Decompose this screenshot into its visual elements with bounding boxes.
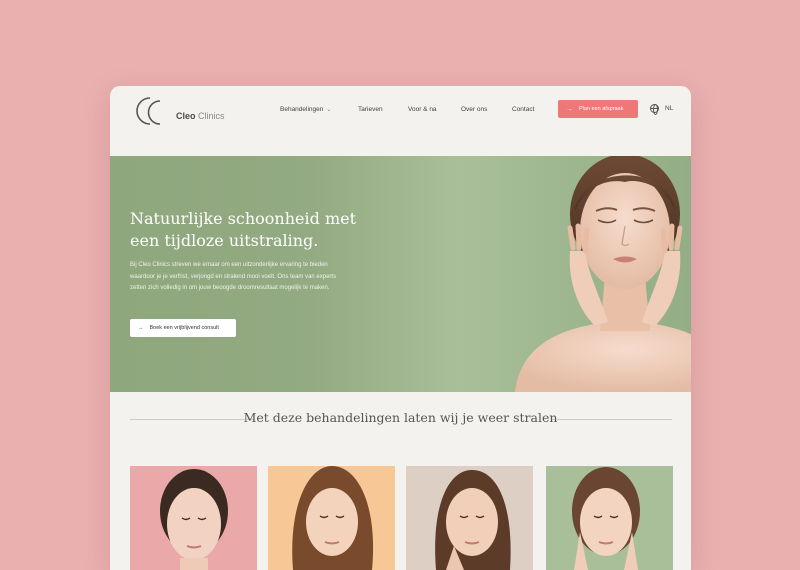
treatment-portrait-image [572, 467, 640, 570]
globe-icon [650, 104, 659, 115]
brand-logo[interactable]: Cleo Clinics [130, 92, 225, 128]
hero-title: Natuurlijke schoonheid met een tijdloze … [130, 209, 357, 250]
brand-name-light: Clinics [198, 111, 225, 121]
nav-item-over-ons[interactable]: Over ons [461, 106, 487, 113]
site-header: Cleo Clinics Behandelingen ⌄ Tarieven Voo… [110, 86, 691, 156]
language-label: NL [665, 105, 674, 112]
nav-label: Contact [512, 106, 535, 113]
chevron-down-icon: ⌄ [326, 107, 332, 113]
nav-label: Over ons [461, 106, 488, 113]
treatment-card[interactable] [130, 466, 257, 570]
arrow-right-icon: → [566, 105, 573, 113]
nav-item-voor-na[interactable]: Voor & na [408, 106, 437, 113]
book-consult-label: Boek een vrijblijvend consult [149, 325, 219, 331]
treatments-section-header: Met deze behandelingen laten wij je weer… [110, 392, 691, 452]
treatment-card[interactable] [268, 466, 395, 570]
browser-window: Cleo Clinics Behandelingen ⌄ Tarieven Voo… [110, 86, 691, 570]
treatment-card[interactable] [406, 466, 533, 570]
language-selector[interactable]: NL [650, 104, 674, 115]
plan-appointment-button[interactable]: → Plan een afspraak [558, 100, 638, 118]
nav-label: Voor & na [408, 106, 437, 113]
hero-description: Bij Cleo Clinics streven we ernaar om ee… [130, 262, 337, 292]
cta-label: Plan een afspraak [579, 106, 624, 112]
nav-item-behandelingen[interactable]: Behandelingen ⌄ [280, 106, 331, 113]
treatment-portrait-image [160, 469, 228, 570]
nav-item-tarieven[interactable]: Tarieven [358, 106, 383, 113]
treatments-title: Met deze behandelingen laten wij je weer… [243, 410, 558, 425]
treatment-portrait-image [435, 470, 511, 570]
hero-section: Natuurlijke schoonheid met een tijdloze … [110, 156, 691, 392]
hero-portrait-image [515, 156, 691, 392]
nav-label: Behandelingen [280, 106, 324, 113]
nav-label: Tarieven [358, 106, 383, 113]
arrow-right-icon: → [138, 325, 144, 331]
nav-item-contact[interactable]: Contact [512, 106, 534, 113]
brand-name: Cleo Clinics [176, 111, 225, 121]
book-consult-button[interactable]: → Boek een vrijblijvend consult [130, 319, 236, 337]
treatment-portrait-image [292, 466, 374, 570]
treatment-card[interactable] [546, 466, 673, 570]
brand-name-bold: Cleo [176, 111, 196, 121]
logo-mark-icon [136, 97, 161, 125]
